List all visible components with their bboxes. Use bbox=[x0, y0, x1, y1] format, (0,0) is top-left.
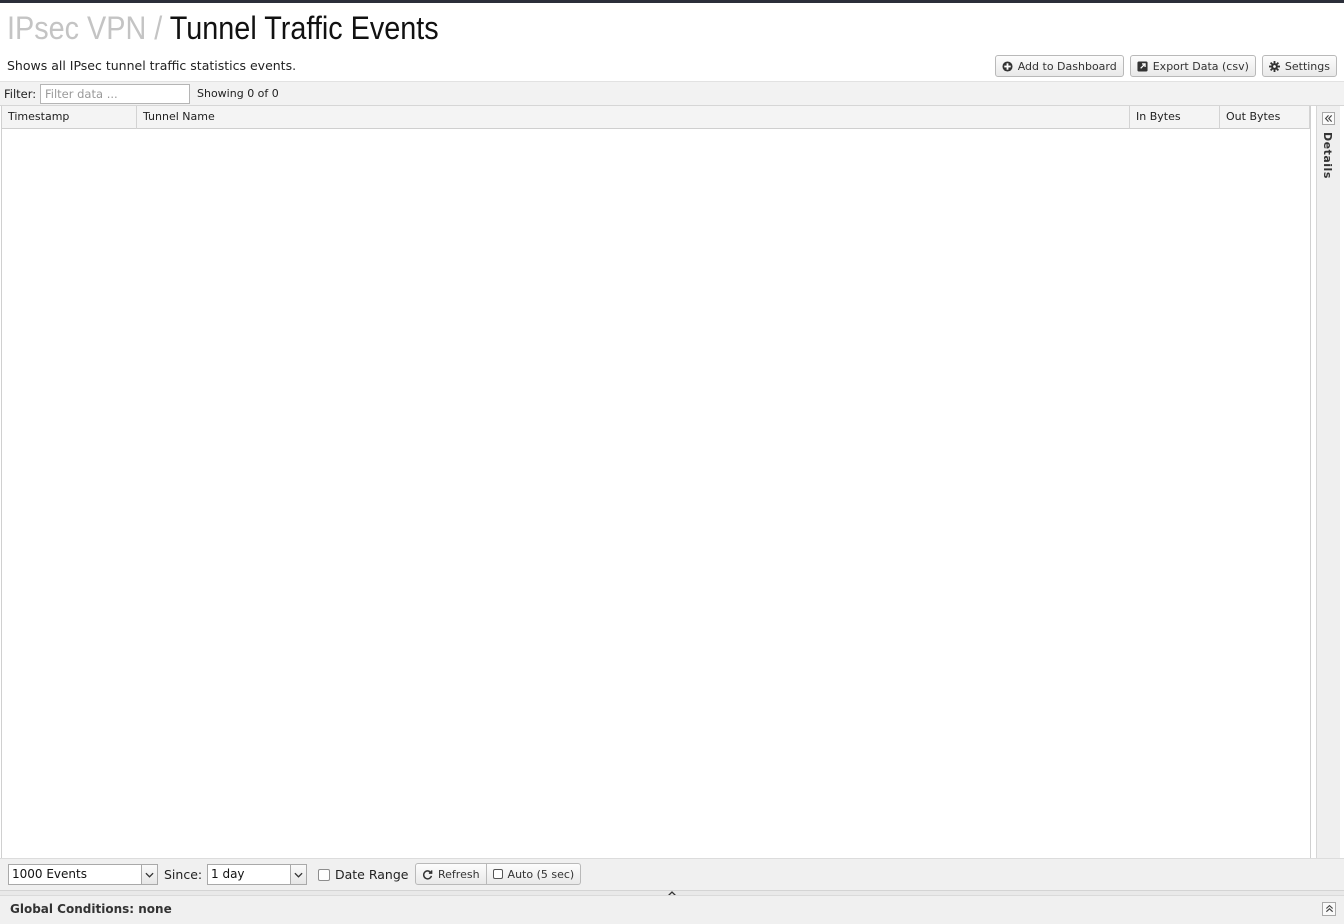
gear-icon bbox=[1268, 60, 1280, 72]
event-limit-select[interactable]: 1000 Events bbox=[8, 864, 158, 885]
add-to-dashboard-label: Add to Dashboard bbox=[1017, 59, 1117, 73]
details-panel: Details bbox=[1316, 106, 1340, 858]
refresh-icon bbox=[422, 869, 433, 880]
page-title: IPsec VPN / Tunnel Traffic Events bbox=[7, 9, 439, 47]
event-limit-value: 1000 Events bbox=[12, 867, 87, 881]
page-header: IPsec VPN / Tunnel Traffic Events Shows … bbox=[0, 3, 1344, 81]
export-data-label: Export Data (csv) bbox=[1152, 59, 1249, 73]
breadcrumb-ipsec-vpn[interactable]: IPsec VPN bbox=[7, 10, 146, 46]
refresh-button[interactable]: Refresh bbox=[415, 863, 487, 885]
column-header-timestamp[interactable]: Timestamp bbox=[2, 106, 137, 129]
showing-count: Showing 0 of 0 bbox=[197, 87, 279, 100]
date-range-checkbox[interactable] bbox=[318, 869, 330, 881]
page-title-text: Tunnel Traffic Events bbox=[169, 10, 439, 46]
filter-label: Filter: bbox=[4, 87, 37, 101]
refresh-button-group: Refresh Auto (5 sec) bbox=[415, 863, 582, 885]
settings-label: Settings bbox=[1284, 59, 1330, 73]
column-header-in-bytes[interactable]: In Bytes bbox=[1130, 106, 1220, 129]
auto-refresh-label: Auto (5 sec) bbox=[507, 867, 575, 881]
details-toggle-button[interactable] bbox=[1322, 112, 1335, 125]
grid-header: Timestamp Tunnel Name In Bytes Out Bytes bbox=[2, 106, 1310, 129]
filter-input[interactable] bbox=[40, 84, 190, 104]
settings-button[interactable]: Settings bbox=[1261, 55, 1337, 77]
square-icon bbox=[492, 869, 503, 879]
events-grid[interactable]: Timestamp Tunnel Name In Bytes Out Bytes bbox=[1, 106, 1311, 858]
date-range-label: Date Range bbox=[335, 867, 409, 882]
global-conditions-text: Global Conditions: none bbox=[10, 902, 172, 916]
since-value: 1 day bbox=[211, 867, 245, 881]
global-conditions-bar: Global Conditions: none bbox=[0, 895, 1344, 924]
details-label[interactable]: Details bbox=[1321, 132, 1334, 179]
page-description: Shows all IPsec tunnel traffic statistic… bbox=[7, 58, 297, 73]
chevron-down-icon bbox=[290, 865, 306, 884]
external-link-icon bbox=[1137, 60, 1148, 72]
breadcrumb-separator: / bbox=[154, 10, 163, 46]
header-actions: Add to Dashboard Export Data (csv) Setti… bbox=[994, 55, 1337, 77]
conditions-toggle-button[interactable] bbox=[1322, 902, 1336, 916]
filter-bar: Filter: Showing 0 of 0 bbox=[0, 81, 1344, 106]
double-chevron-left-icon bbox=[1324, 112, 1333, 126]
splitter-handle[interactable] bbox=[655, 888, 689, 896]
since-select[interactable]: 1 day bbox=[207, 864, 307, 885]
refresh-label: Refresh bbox=[438, 867, 480, 881]
column-header-out-bytes[interactable]: Out Bytes bbox=[1220, 106, 1310, 129]
export-data-button[interactable]: Export Data (csv) bbox=[1129, 55, 1256, 77]
auto-refresh-button[interactable]: Auto (5 sec) bbox=[486, 863, 582, 885]
since-label: Since: bbox=[164, 867, 203, 882]
chevron-down-icon bbox=[141, 865, 157, 884]
double-chevron-up-icon bbox=[1325, 902, 1334, 916]
column-header-tunnel-name[interactable]: Tunnel Name bbox=[137, 106, 1130, 129]
plus-circle-icon bbox=[1002, 60, 1013, 72]
add-to-dashboard-button[interactable]: Add to Dashboard bbox=[994, 55, 1124, 77]
